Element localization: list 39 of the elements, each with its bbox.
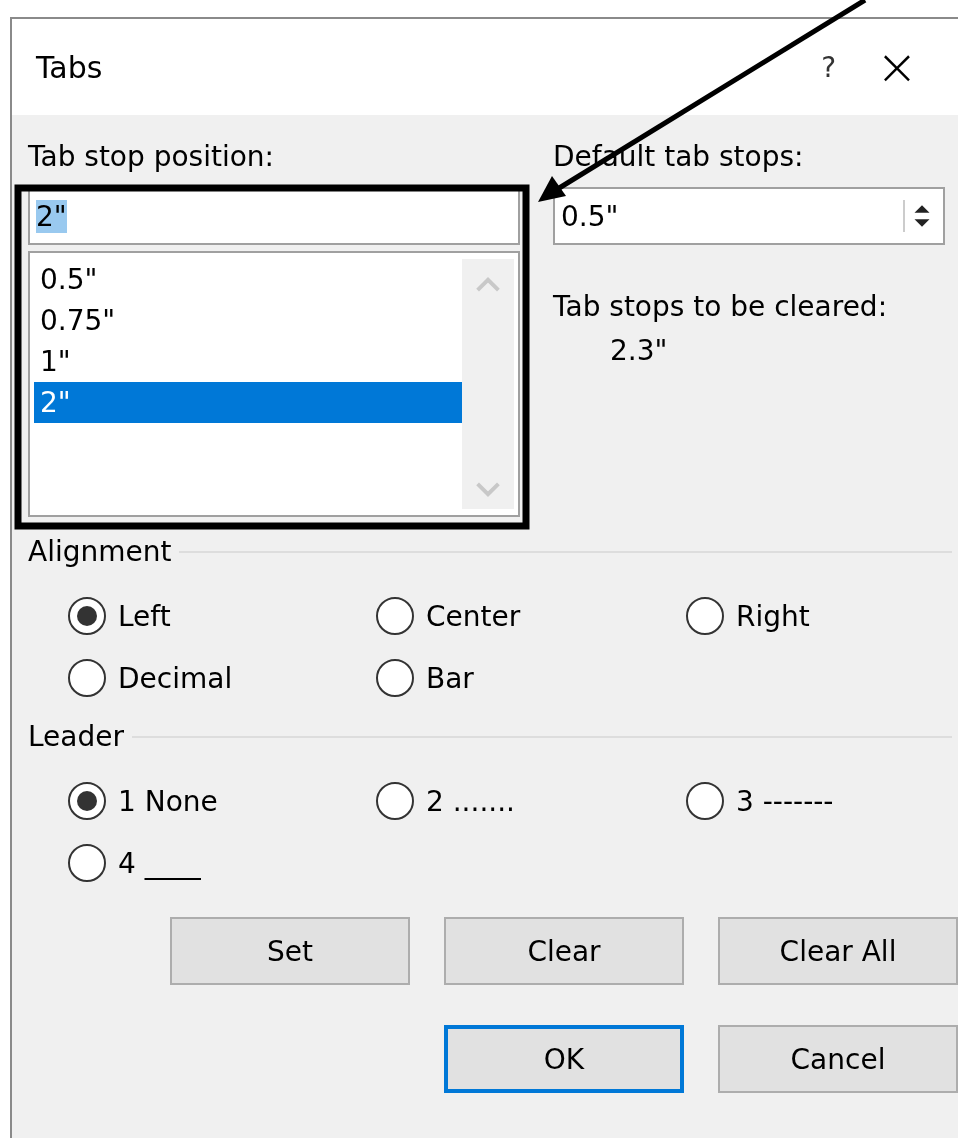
radio-option[interactable]: Right (686, 592, 946, 640)
field-label: Tab stops to be cleared: (553, 289, 889, 325)
list-item[interactable]: 0.75" (34, 300, 462, 341)
dialog-button[interactable]: OK (444, 1025, 684, 1093)
radio-button[interactable] (68, 659, 106, 697)
list-box[interactable]: 0.5" 0.75" 1" 2" (28, 251, 520, 517)
radio-button[interactable] (376, 782, 414, 820)
radio-option[interactable]: Bar (376, 654, 686, 702)
spin-field[interactable]: 0.5" (553, 187, 945, 245)
radio-button[interactable] (376, 659, 414, 697)
window-title: Tabs (36, 49, 103, 85)
radio-option[interactable]: 2 ....... (376, 777, 686, 825)
group-label: Leader (28, 720, 124, 753)
spin-up-icon[interactable] (913, 204, 931, 214)
radio-option[interactable]: 4 ____ (68, 839, 376, 887)
radio-button[interactable] (686, 782, 724, 820)
dialog-button[interactable]: Set (170, 917, 410, 985)
list-item[interactable]: 2" (34, 382, 462, 423)
dialog-button[interactable]: Clear (444, 917, 684, 985)
group-label: Alignment (28, 535, 172, 568)
radio-button[interactable] (376, 597, 414, 635)
list-item[interactable]: 1" (34, 341, 462, 382)
list-item[interactable]: 0.5" (34, 259, 462, 300)
radio-button[interactable] (686, 597, 724, 635)
radio-option[interactable]: Decimal (68, 654, 376, 702)
dialog-button[interactable]: Clear All (718, 917, 958, 985)
radio-button[interactable] (68, 844, 106, 882)
radio-option[interactable]: 3 ------- (686, 777, 946, 825)
dialog-button[interactable]: Cancel (718, 1025, 958, 1093)
radio-option[interactable]: 1 None (68, 777, 376, 825)
radio-button[interactable] (68, 782, 106, 820)
help-button[interactable]: ? (821, 50, 837, 84)
radio-option[interactable]: Left (68, 592, 376, 640)
spin-down-icon[interactable] (913, 218, 931, 228)
radio-button[interactable] (68, 597, 106, 635)
radio-option[interactable]: Center (376, 592, 686, 640)
field-label: Tab stop position: (28, 139, 275, 175)
close-button[interactable]: × (876, 42, 918, 92)
cleared-value: 2.3" (609, 333, 669, 369)
